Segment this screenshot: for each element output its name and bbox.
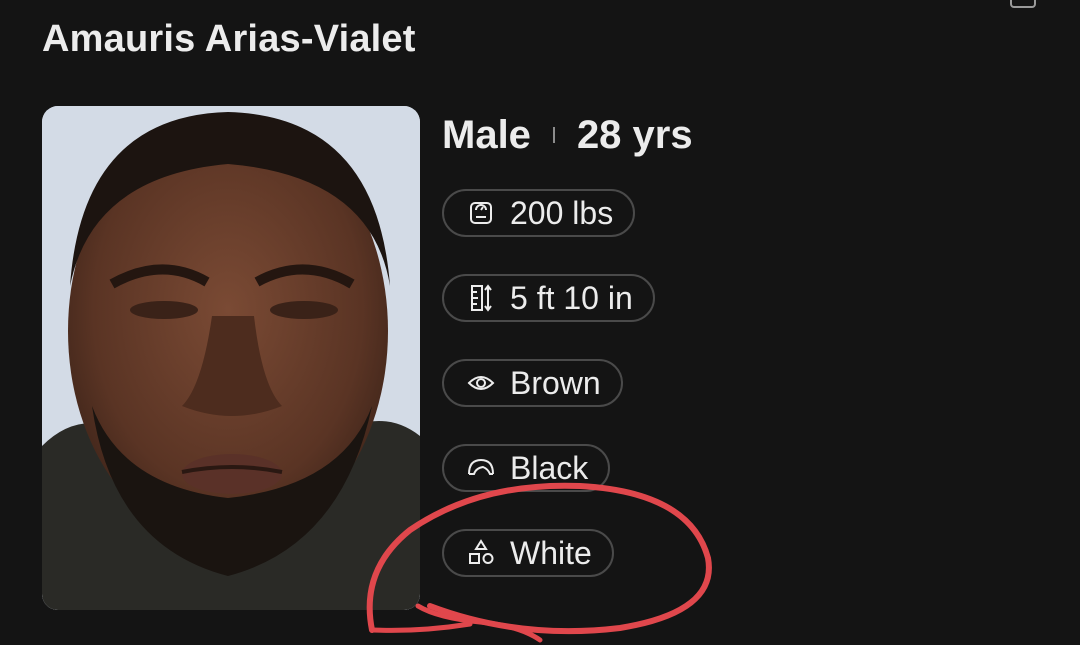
eyes-chip: Brown bbox=[442, 359, 623, 407]
ruler-icon bbox=[466, 283, 496, 313]
race-chip: White bbox=[442, 529, 614, 577]
height-chip: 5 ft 10 in bbox=[442, 274, 655, 322]
weight-chip: 200 lbs bbox=[442, 189, 636, 237]
profile-photo bbox=[42, 106, 420, 610]
weight-label: 200 lbs bbox=[510, 194, 614, 231]
scale-icon bbox=[466, 198, 496, 228]
race-label: White bbox=[510, 534, 592, 571]
hair-chip: Black bbox=[442, 444, 611, 492]
gender-label: Male bbox=[442, 112, 531, 157]
person-photo-icon bbox=[42, 106, 420, 610]
height-label: 5 ft 10 in bbox=[510, 279, 633, 316]
headline: Male 28 yrs bbox=[442, 108, 693, 162]
hair-icon bbox=[466, 453, 496, 483]
shapes-icon bbox=[466, 538, 496, 568]
eyes-label: Brown bbox=[510, 364, 601, 401]
age-label: 28 yrs bbox=[576, 112, 693, 157]
hair-label: Black bbox=[510, 449, 589, 486]
corner-button-icon[interactable] bbox=[1010, 0, 1036, 8]
eye-icon bbox=[466, 368, 496, 398]
separator bbox=[552, 127, 555, 143]
profile-name: Amauris Arias-Vialet bbox=[42, 18, 416, 60]
profile-page: Amauris Arias-Vialet Male 28 yrs 200 lbs… bbox=[0, 0, 1080, 645]
